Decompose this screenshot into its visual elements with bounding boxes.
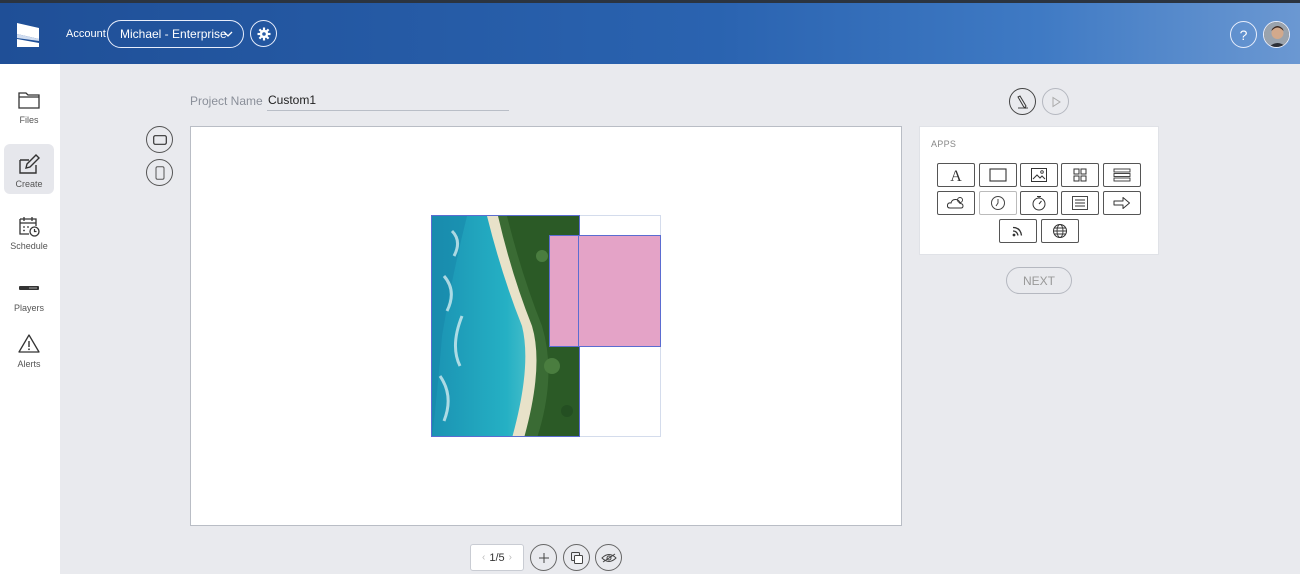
avatar[interactable]	[1263, 21, 1290, 48]
calendar-clock-icon	[19, 217, 40, 237]
sidebar-item-schedule[interactable]: Schedule	[4, 206, 54, 256]
project-name-label: Project Name	[190, 94, 263, 108]
account-dropdown[interactable]: Michael - Enterprise	[107, 20, 244, 48]
list-layout-icon	[1113, 168, 1131, 182]
rss-icon	[1012, 226, 1023, 237]
warning-icon	[18, 334, 40, 353]
grid-icon	[1073, 168, 1087, 182]
clock-icon	[991, 196, 1005, 210]
arrow-right-icon	[1113, 197, 1130, 209]
previous-page-button[interactable]: ‹	[482, 552, 485, 563]
apps-title: APPS	[931, 139, 957, 149]
document-list-icon	[1072, 196, 1088, 210]
sidebar-item-label: Players	[13, 303, 44, 313]
sidebar-item-label: Alerts	[17, 359, 41, 369]
playlist-app-button[interactable]	[1103, 163, 1141, 187]
sidebar-item-create[interactable]: Create	[4, 144, 54, 194]
document-app-button[interactable]	[1061, 191, 1099, 215]
account-value: Michael - Enterprise	[120, 27, 227, 41]
top-header: Account Michael - Enterprise ?	[0, 0, 1300, 64]
page-indicator: 1/5	[489, 551, 505, 564]
color-zone[interactable]	[549, 235, 661, 347]
user-photo	[1264, 22, 1289, 47]
sidebar-item-players[interactable]: Players	[4, 268, 54, 318]
weather-app-button[interactable]	[937, 191, 975, 215]
landscape-icon	[152, 134, 167, 145]
app-logo[interactable]	[14, 19, 44, 49]
gear-icon	[257, 27, 270, 40]
sidebar: Files Create Schedule Players Alerts	[0, 64, 60, 574]
rss-app-button[interactable]	[999, 219, 1037, 243]
weather-icon	[946, 197, 964, 209]
zone-boundary-line	[578, 236, 579, 346]
transition-app-button[interactable]	[1103, 191, 1141, 215]
edit-mode-button[interactable]	[1009, 88, 1036, 115]
grid-app-button[interactable]	[1061, 163, 1099, 187]
sidebar-item-label: Create	[15, 179, 43, 189]
hide-page-button[interactable]	[595, 544, 622, 571]
shape-app-button[interactable]	[979, 163, 1017, 187]
eye-off-icon	[600, 553, 617, 562]
copy-icon	[570, 551, 583, 564]
next-page-button[interactable]: ›	[509, 552, 512, 563]
page-navigator: ‹ 1/5 ›	[470, 544, 524, 571]
player-device-icon	[19, 286, 39, 290]
landscape-orientation-button[interactable]	[146, 126, 173, 153]
add-page-button[interactable]	[530, 544, 557, 571]
sidebar-item-label: Files	[19, 115, 39, 125]
sidebar-item-label: Schedule	[10, 241, 48, 251]
chevron-down-icon	[223, 31, 233, 37]
project-name-input[interactable]	[267, 90, 509, 111]
sidebar-item-files[interactable]: Files	[4, 80, 54, 130]
text-app-button[interactable]: A	[937, 163, 975, 187]
next-button[interactable]: NEXT	[1006, 267, 1072, 294]
help-button[interactable]: ?	[1230, 21, 1257, 48]
settings-button[interactable]	[250, 20, 277, 47]
help-label: ?	[1239, 26, 1248, 43]
portrait-icon	[155, 165, 164, 180]
svg-text:A: A	[950, 168, 962, 183]
globe-icon	[1053, 224, 1067, 238]
next-label: NEXT	[1022, 273, 1055, 288]
timer-icon	[1032, 196, 1046, 211]
clock-app-button[interactable]	[979, 191, 1017, 215]
image-app-button[interactable]	[1020, 163, 1058, 187]
preview-button[interactable]	[1042, 88, 1069, 115]
edit-icon	[19, 154, 40, 174]
text-icon: A	[950, 168, 962, 183]
sidebar-item-alerts[interactable]: Alerts	[4, 324, 54, 374]
rectangle-icon	[989, 168, 1007, 182]
image-icon	[1031, 168, 1047, 182]
account-label: Account	[66, 28, 106, 40]
plus-icon	[538, 552, 549, 563]
web-app-button[interactable]	[1041, 219, 1079, 243]
folder-icon	[18, 92, 40, 109]
play-icon	[1052, 96, 1061, 107]
portrait-orientation-button[interactable]	[146, 159, 173, 186]
duplicate-page-button[interactable]	[563, 544, 590, 571]
pencil-icon	[1016, 94, 1028, 109]
countdown-app-button[interactable]	[1020, 191, 1058, 215]
